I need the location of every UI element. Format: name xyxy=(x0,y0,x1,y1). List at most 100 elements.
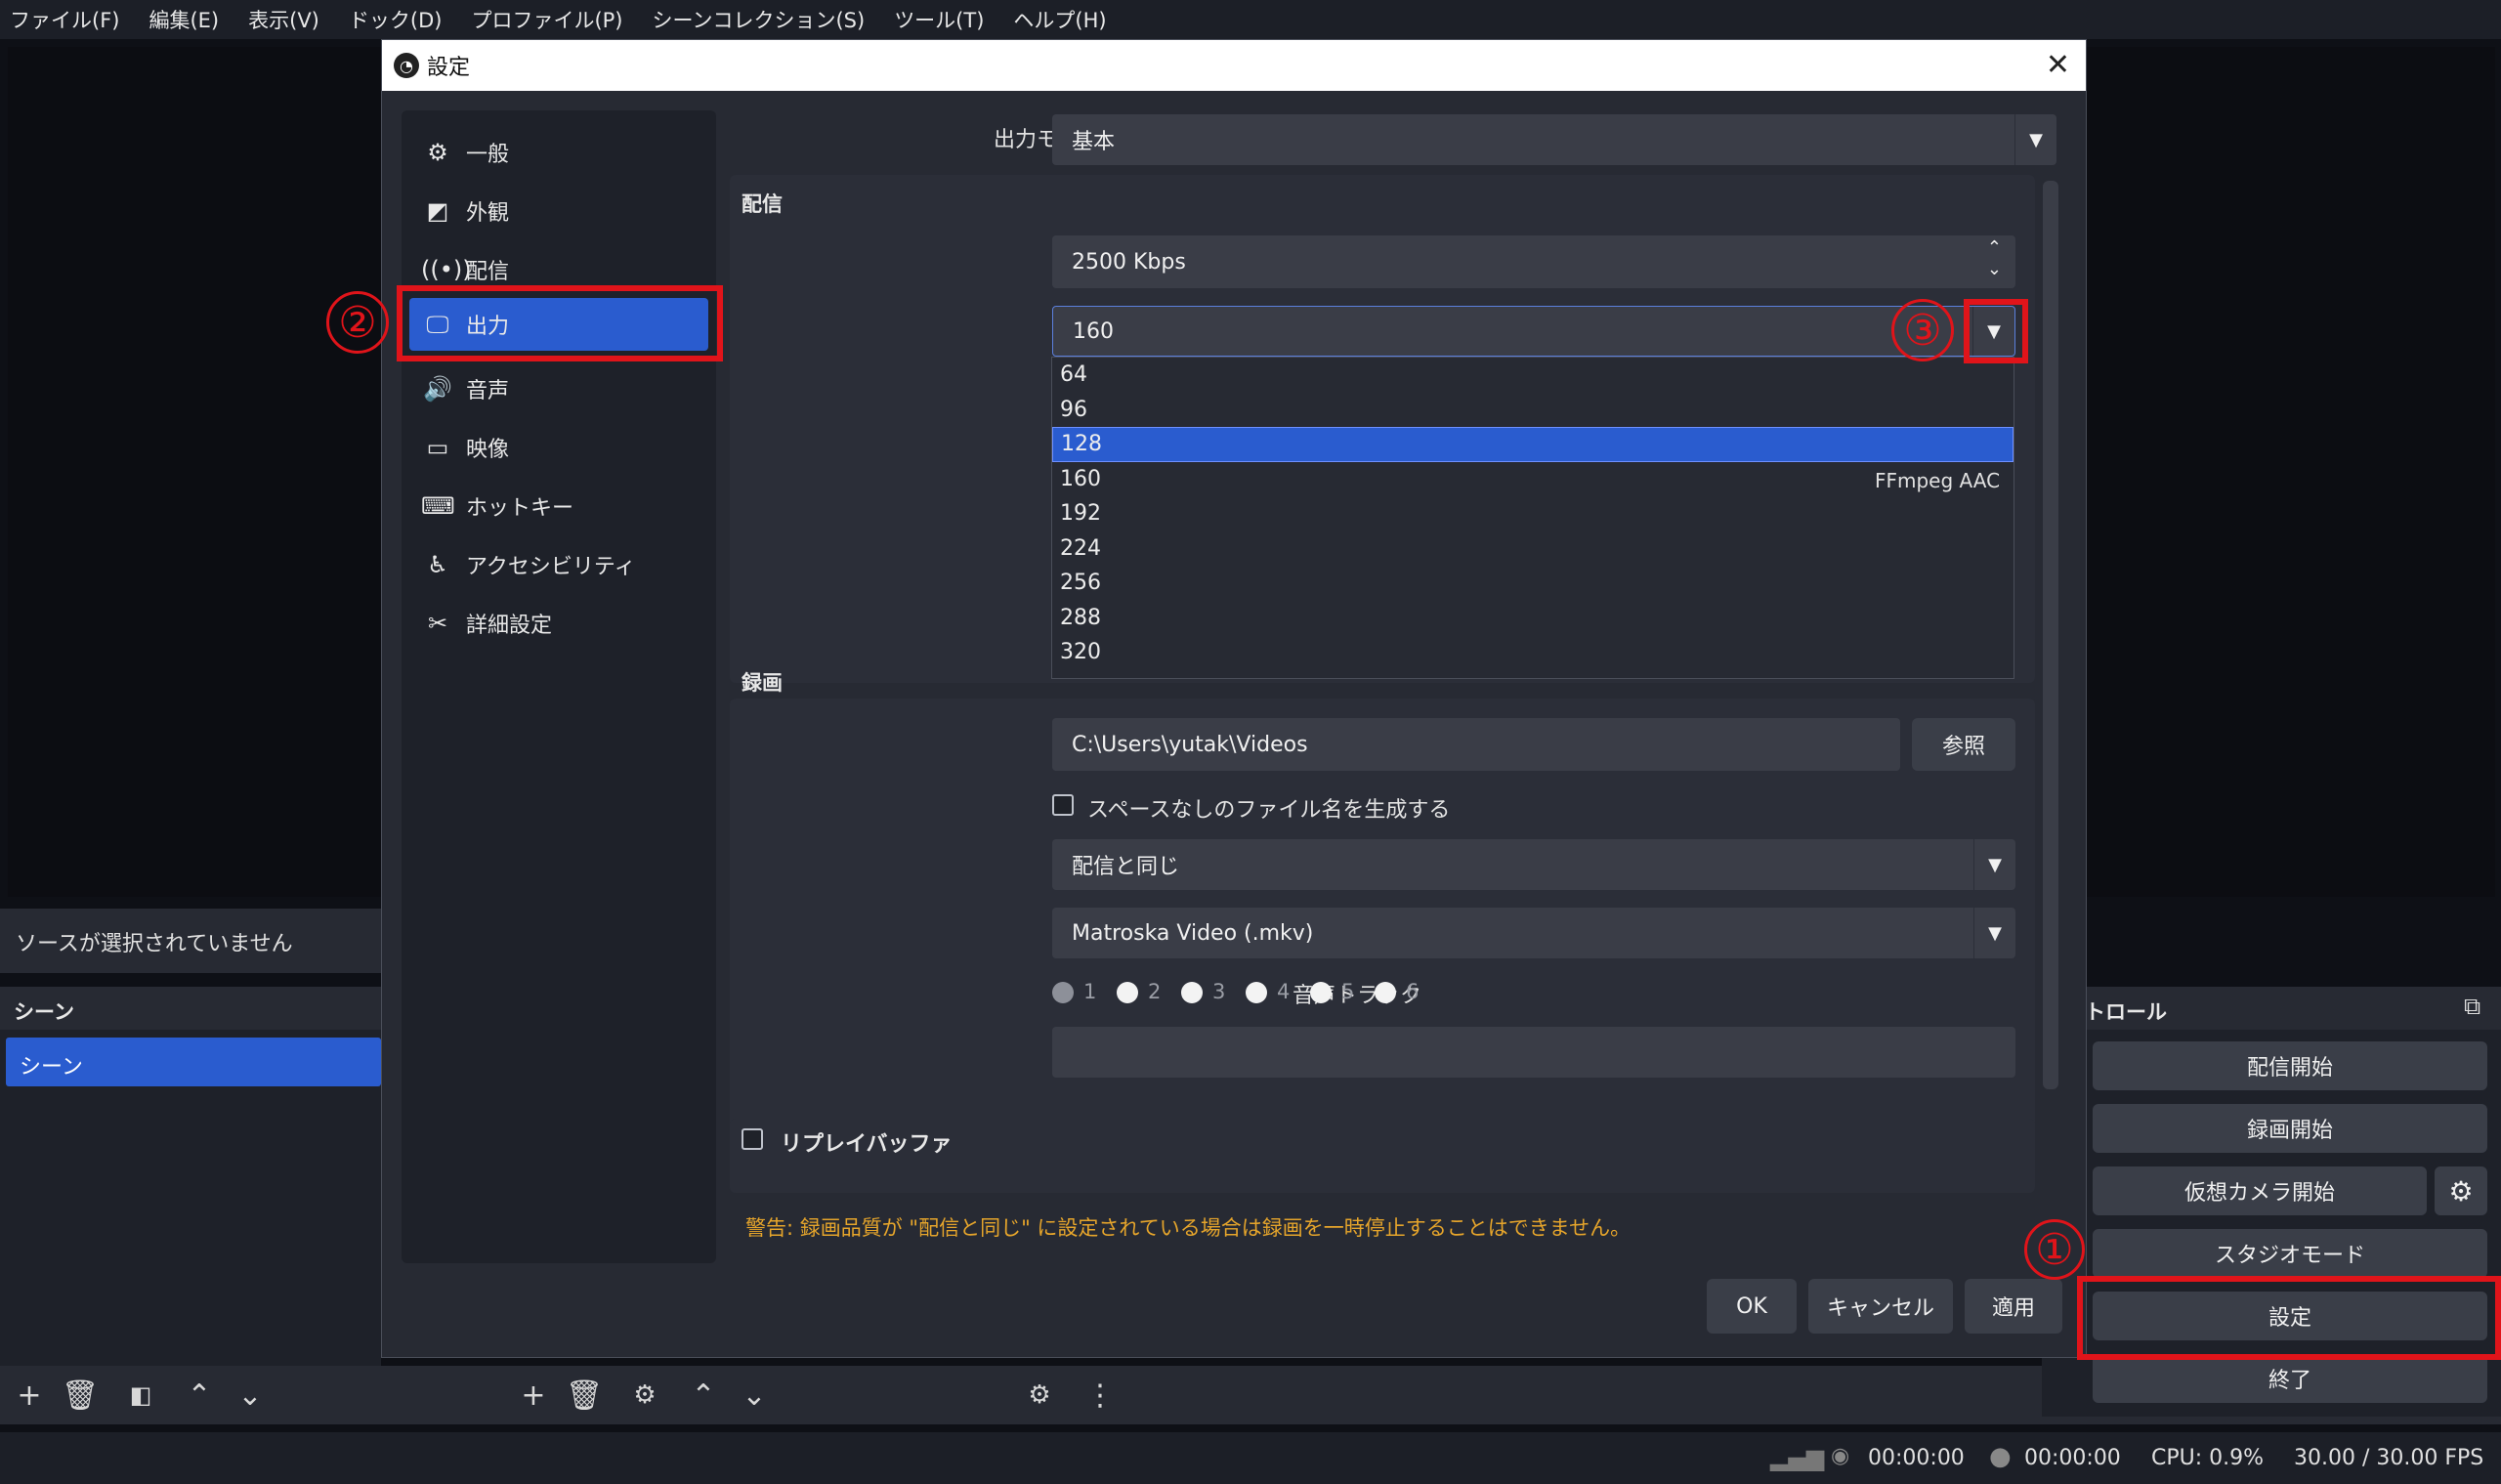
no-source-label: ソースが選択されていません xyxy=(16,932,293,956)
start-record-button[interactable]: 録画開始 xyxy=(2093,1104,2487,1153)
nav-video[interactable]: ▭ 映像 xyxy=(402,419,716,476)
option-192[interactable]: 192 xyxy=(1052,496,2014,531)
rec-format-select[interactable]: Matroska Video (.mkv) ▼ xyxy=(1052,908,2015,958)
browse-button[interactable]: 参照 xyxy=(1912,718,2015,771)
add-source-icon[interactable]: + xyxy=(514,1376,553,1415)
option-64[interactable]: 64 xyxy=(1052,358,2014,393)
exit-button[interactable]: 終了 xyxy=(2093,1354,2487,1403)
fps-readout: 30.00 / 30.00 FPS xyxy=(2294,1446,2484,1470)
nav-video-label: 映像 xyxy=(466,438,510,462)
audio-bitrate-select[interactable]: 160 ▼ xyxy=(1052,306,2015,357)
menu-bar: ファイル(F) 編集(E) 表示(V) ドック(D) プロファイル(P) シーン… xyxy=(0,0,2501,39)
option-160[interactable]: 160 xyxy=(1052,462,2014,497)
scenes-panel: シーン シーン xyxy=(0,987,381,1417)
audio-bitrate-value: 160 xyxy=(1073,318,1114,344)
antenna-icon: ((•)) xyxy=(421,256,472,283)
audio-track-4-radio[interactable] xyxy=(1246,982,1267,1003)
audio-track-1-radio[interactable] xyxy=(1052,982,1074,1003)
menu-dock[interactable]: ドック(D) xyxy=(349,5,443,34)
no-space-label: スペースなしのファイル名を生成する xyxy=(1087,798,1451,823)
cancel-button[interactable]: キャンセル xyxy=(1808,1279,1953,1334)
undock-icon[interactable]: ⧉ xyxy=(2464,993,2480,1020)
tools-icon: ✂ xyxy=(427,610,448,637)
mixer-menu-icon[interactable]: ⋮ xyxy=(1081,1376,1120,1415)
audio-track-1-label: 1 xyxy=(1083,980,1097,1003)
studio-mode-button[interactable]: スタジオモード xyxy=(2093,1229,2487,1278)
menu-help[interactable]: ヘルプ(H) xyxy=(1013,5,1106,34)
nav-general[interactable]: ⚙ 一般 xyxy=(402,124,716,181)
option-96[interactable]: 96 xyxy=(1052,393,2014,428)
audio-track-6-radio[interactable] xyxy=(1375,982,1396,1003)
start-stream-button[interactable]: 配信開始 xyxy=(2093,1041,2487,1090)
source-down-icon[interactable]: ⌄ xyxy=(735,1376,774,1415)
dialog-title: 設定 xyxy=(427,56,471,80)
option-256[interactable]: 256 xyxy=(1052,566,2014,601)
apply-button[interactable]: 適用 xyxy=(1965,1279,2062,1334)
chevron-down-icon: ▼ xyxy=(1973,908,2015,958)
monitor-icon: ▭ xyxy=(426,434,449,461)
nav-audio[interactable]: 🔊 音声 xyxy=(402,360,716,417)
option-288[interactable]: 288 xyxy=(1052,601,2014,636)
chevron-down-icon: ▼ xyxy=(1973,839,2015,890)
rec-path-input[interactable]: C:\Users\yutak\Videos xyxy=(1052,718,1900,771)
ok-button[interactable]: OK xyxy=(1707,1279,1797,1334)
start-virtual-camera-button[interactable]: 仮想カメラ開始 xyxy=(2093,1166,2427,1215)
option-320[interactable]: 320 xyxy=(1052,635,2014,670)
delete-source-icon[interactable]: 🗑 xyxy=(565,1376,604,1415)
source-properties-icon[interactable]: ⚙ xyxy=(625,1376,664,1415)
nav-accessibility[interactable]: ♿ アクセシビリティ xyxy=(402,536,716,593)
nav-advanced[interactable]: ✂ 詳細設定 xyxy=(402,595,716,652)
mixer-settings-icon[interactable]: ⚙ xyxy=(1020,1376,1059,1415)
settings-nav: ⚙ 一般 ◩ 外観 ((•)) 配信 🖵 出力 🔊 音声 ▭ 映像 ⌨ ホットキー ♿ アクセシ… xyxy=(402,110,716,1263)
scene-item-label: シーン xyxy=(20,1055,83,1080)
cpu-usage: CPU: 0.9% xyxy=(2151,1446,2265,1470)
audio-track-5-radio[interactable] xyxy=(1310,982,1332,1003)
video-bitrate-spinbox[interactable]: 2500 Kbps ⌃ ⌄ xyxy=(1052,235,2015,288)
settings-dialog: ◔ 設定 ✕ ⚙ 一般 ◩ 外観 ((•)) 配信 🖵 出力 🔊 音声 ▭ 映像 ⌨ ホットキ… xyxy=(381,39,2087,1358)
stream-section-title: 配信 xyxy=(742,192,783,216)
menu-tools[interactable]: ツール(T) xyxy=(894,5,984,34)
spin-up-icon[interactable]: ⌃ xyxy=(1987,237,2002,258)
source-up-icon[interactable]: ⌃ xyxy=(684,1376,723,1415)
menu-edit[interactable]: 編集(E) xyxy=(148,5,219,34)
rec-quality-select[interactable]: 配信と同じ ▼ xyxy=(1052,839,2015,890)
nav-appearance[interactable]: ◩ 外観 xyxy=(402,183,716,239)
close-icon[interactable]: ✕ xyxy=(2046,48,2070,82)
move-down-icon[interactable]: ⌄ xyxy=(231,1376,270,1415)
menu-file[interactable]: ファイル(F) xyxy=(10,5,119,34)
audio-track-2-radio[interactable] xyxy=(1117,982,1138,1003)
stream-status-icon: ◉ xyxy=(1831,1444,1850,1468)
add-scene-icon[interactable]: + xyxy=(10,1376,49,1415)
no-space-checkbox[interactable] xyxy=(1052,794,1074,816)
scene-item[interactable]: シーン xyxy=(6,1038,381,1086)
option-224[interactable]: 224 xyxy=(1052,531,2014,567)
settings-scrollbar[interactable] xyxy=(2043,181,2058,1089)
nav-stream-label: 配信 xyxy=(466,260,510,284)
output-mode-select[interactable]: 基本 ▼ xyxy=(1052,114,2056,165)
source-toolbar: ソースが選択されていません xyxy=(0,909,381,973)
move-up-icon[interactable]: ⌃ xyxy=(180,1376,219,1415)
replay-buffer-checkbox[interactable] xyxy=(742,1128,763,1150)
spin-down-icon[interactable]: ⌄ xyxy=(1987,259,2002,279)
dialog-titlebar: ◔ 設定 ✕ xyxy=(382,40,2086,91)
virtual-camera-settings-icon[interactable]: ⚙ xyxy=(2435,1166,2487,1215)
delete-scene-icon[interactable]: 🗑 xyxy=(61,1376,100,1415)
muxer-input[interactable] xyxy=(1052,1027,2015,1078)
audio-track-3-radio[interactable] xyxy=(1181,982,1203,1003)
option-128[interactable]: 128 xyxy=(1052,427,2014,462)
controls-header: トロール xyxy=(2085,1000,2167,1024)
keyboard-icon: ⌨ xyxy=(421,492,455,520)
nav-hotkeys[interactable]: ⌨ ホットキー xyxy=(402,478,716,534)
rec-format-value: Matroska Video (.mkv) xyxy=(1072,920,1314,946)
annotation-box-output xyxy=(397,285,723,361)
audio-bitrate-dropdown-list: 64 96 128 160 192 224 256 288 320 FFmpeg… xyxy=(1051,357,2014,679)
network-icon: ▂▄▆ xyxy=(1770,1444,1825,1471)
audio-track-2-label: 2 xyxy=(1148,980,1162,1003)
nav-accessibility-label: アクセシビリティ xyxy=(466,555,636,579)
menu-profile[interactable]: プロファイル(P) xyxy=(471,5,622,34)
menu-scene-collection[interactable]: シーンコレクション(S) xyxy=(653,5,866,34)
menu-view[interactable]: 表示(V) xyxy=(248,5,319,34)
stream-time: 00:00:00 xyxy=(1868,1446,1965,1470)
filter-icon[interactable]: ◧ xyxy=(121,1376,160,1415)
audio-track-label: 音声トラック xyxy=(1292,984,1421,1008)
